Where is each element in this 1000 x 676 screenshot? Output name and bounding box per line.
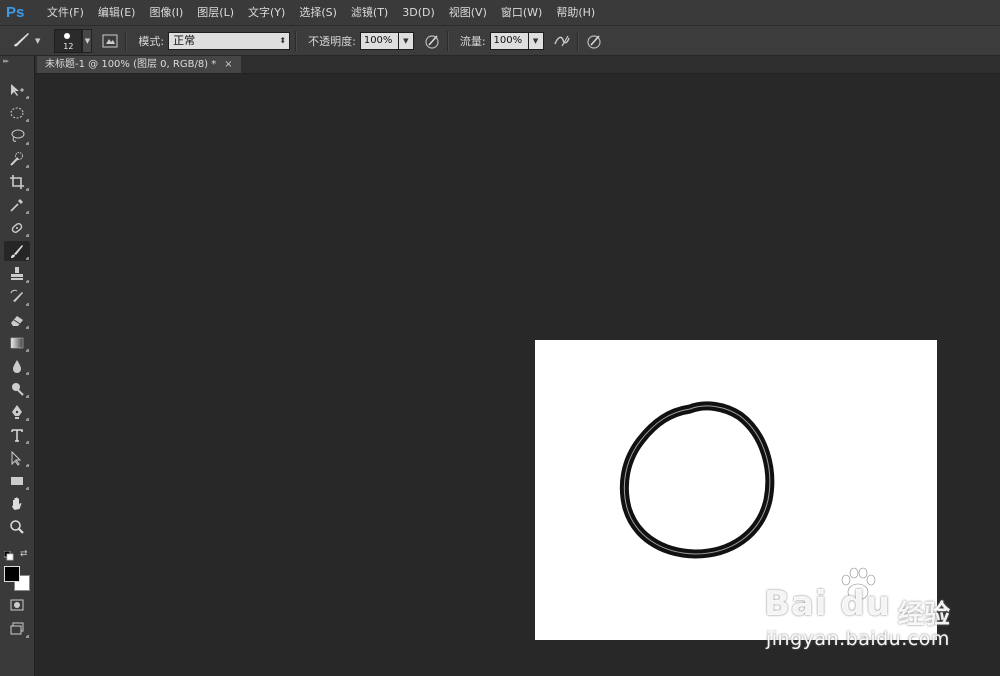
menu-view[interactable]: 视图(V) — [442, 0, 494, 25]
menu-3d[interactable]: 3D(D) — [395, 0, 442, 25]
default-colors-icon[interactable] — [3, 550, 14, 561]
menu-filter[interactable]: 滤镜(T) — [344, 0, 395, 25]
brush-tool-icon[interactable] — [4, 241, 30, 261]
history-brush-tool-icon[interactable] — [4, 287, 30, 307]
eyedropper-tool-icon[interactable] — [4, 195, 30, 215]
preset-dropdown-icon[interactable]: ▼ — [35, 37, 40, 45]
hand-tool-icon[interactable] — [4, 494, 30, 514]
tool-preset-picker[interactable]: ▼ — [12, 30, 40, 51]
document-tab[interactable]: 未标题-1 @ 100% (图层 0, RGB/8) * × — [37, 56, 241, 73]
pen-tool-icon[interactable] — [4, 402, 30, 422]
menu-help[interactable]: 帮助(H) — [549, 0, 602, 25]
marquee-tool-icon[interactable] — [4, 103, 30, 123]
type-tool-icon[interactable] — [4, 425, 30, 445]
crop-tool-icon[interactable] — [4, 172, 30, 192]
brush-size-dropdown[interactable]: ▼ — [82, 28, 93, 53]
select-arrows-icon: ⬍ — [279, 35, 287, 45]
path-selection-tool-icon[interactable] — [4, 448, 30, 468]
flow-dropdown[interactable]: ▼ — [528, 31, 544, 50]
dodge-tool-icon[interactable] — [4, 379, 30, 399]
lasso-tool-icon[interactable] — [4, 126, 30, 146]
blend-mode-select[interactable]: 正常 ⬍ — [168, 31, 291, 50]
menu-file[interactable]: 文件(F) — [40, 0, 91, 25]
blend-mode-value: 正常 — [173, 33, 196, 47]
separator — [295, 30, 298, 51]
brush-tip-icon — [64, 32, 71, 39]
menu-type[interactable]: 文字(Y) — [241, 0, 292, 25]
toolbox-collapse-icon[interactable]: ▸▸ — [0, 56, 34, 66]
airbrush-icon[interactable] — [552, 31, 572, 51]
baidu-jingyan-watermark: Bai du 经验 jingyan.baidu.com — [764, 566, 954, 656]
separator — [576, 30, 579, 51]
opacity-input[interactable]: 100% — [359, 31, 399, 50]
brush-size-picker[interactable]: 12 — [54, 28, 83, 53]
foreground-color-swatch[interactable] — [4, 566, 20, 582]
mode-label: 模式: — [138, 34, 165, 48]
screen-mode-icon[interactable] — [4, 619, 30, 639]
gradient-tool-icon[interactable] — [4, 333, 30, 353]
close-icon[interactable]: × — [224, 56, 232, 73]
eraser-tool-icon[interactable] — [4, 310, 30, 330]
options-bar: ▼ 12 ▼ 模式: 正常 ⬍ 不透明度: 100% ▼ 流量: 100% ▼ — [0, 26, 1000, 56]
pressure-opacity-icon[interactable] — [422, 31, 442, 51]
menu-layer[interactable]: 图层(L) — [190, 0, 241, 25]
brush-panel-toggle-icon[interactable] — [100, 31, 120, 51]
watermark-url: jingyan.baidu.com — [766, 628, 950, 650]
app-logo: Ps — [6, 3, 25, 21]
separator — [446, 30, 449, 51]
menu-select[interactable]: 选择(S) — [292, 0, 344, 25]
brush-size-value: 12 — [63, 41, 74, 51]
pressure-size-icon[interactable] — [584, 31, 604, 51]
opacity-label: 不透明度: — [308, 34, 356, 48]
watermark-cn-text: 经验 — [898, 600, 951, 630]
opacity-dropdown[interactable]: ▼ — [398, 31, 414, 50]
flow-input[interactable]: 100% — [489, 31, 529, 50]
rectangle-tool-icon[interactable] — [4, 471, 30, 491]
swap-colors-icon[interactable]: ⇄ — [20, 549, 30, 559]
flow-label: 流量: — [459, 34, 486, 48]
quick-mask-icon[interactable] — [4, 595, 30, 615]
menu-window[interactable]: 窗口(W) — [494, 0, 549, 25]
document-tab-bar: 未标题-1 @ 100% (图层 0, RGB/8) * × — [35, 56, 1000, 74]
menu-edit[interactable]: 编辑(E) — [91, 0, 143, 25]
color-swatches — [4, 566, 32, 594]
menu-image[interactable]: 图像(I) — [142, 0, 190, 25]
brush-icon — [12, 30, 32, 51]
healing-brush-tool-icon[interactable] — [4, 218, 30, 238]
toolbox: ▸▸ ⇄ — [0, 56, 35, 676]
menu-bar: Ps 文件(F) 编辑(E) 图像(I) 图层(L) 文字(Y) 选择(S) 滤… — [0, 0, 1000, 26]
watermark-logo-text: Bai du — [764, 584, 891, 624]
document-tab-title: 未标题-1 @ 100% (图层 0, RGB/8) * — [45, 59, 217, 70]
move-tool-icon[interactable] — [4, 80, 30, 100]
quick-select-tool-icon[interactable] — [4, 149, 30, 169]
clone-stamp-tool-icon[interactable] — [4, 264, 30, 284]
separator — [125, 30, 128, 51]
zoom-tool-icon[interactable] — [4, 517, 30, 537]
blur-tool-icon[interactable] — [4, 356, 30, 376]
